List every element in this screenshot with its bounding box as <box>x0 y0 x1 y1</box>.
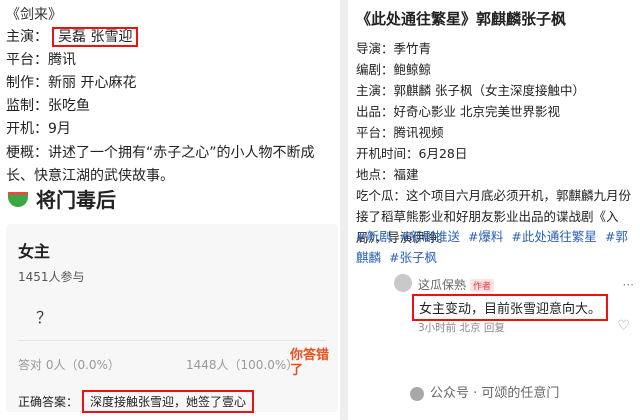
comment-text: 女主变动，目前张雪迎意向大。 <box>412 294 609 321</box>
hashtag[interactable]: #爆料 <box>468 229 503 244</box>
producer-company-row: 出品：好奇心影业 北京完美世界影视 <box>356 104 560 119</box>
quiz-participants: 1451人参与 <box>18 270 85 284</box>
author-badge: 作者 <box>470 279 495 292</box>
director-row: 导演：季竹青 <box>356 41 432 56</box>
cast-highlight: 吴磊 张雪迎 <box>52 27 139 47</box>
platform-row: 平台：腾讯 <box>6 52 76 68</box>
writer-row: 编剧：鲍鲸鲸 <box>356 62 432 77</box>
hashtag[interactable]: #张子枫 <box>389 250 437 265</box>
answer-row: 正确答案： 深度接触张雪迎，她签了壹心 <box>18 390 255 413</box>
watermark: 公众号 · 可颂的任意门 <box>410 382 559 401</box>
left-post-panel: 《剑来》 主演： 吴磊 张雪迎 平台：腾讯 制作：新丽 开心麻花 监制：张吃鱼 开… <box>0 0 340 420</box>
quiz-card[interactable]: 女主 1451人参与 ？ 答对 0人（0.0%） 1448人（100.0%） 你… <box>6 224 338 413</box>
hashtag[interactable]: #此处通往繁星 <box>511 229 596 244</box>
comment-user-name: 这瓜保熟 <box>418 278 467 292</box>
cast-row: 主演： 吴磊 张雪迎 <box>6 26 139 47</box>
cast-label: 主演： <box>6 29 48 45</box>
hashtag[interactable]: #新剧 <box>356 229 391 244</box>
platform-row-right: 平台：腾讯视频 <box>356 125 444 140</box>
answer-highlight: 深度接触张雪迎，她签了壹心 <box>82 390 255 413</box>
drama-title-jianlai: 《剑来》 <box>6 7 62 23</box>
quiz-correct-stat: 答对 0人（0.0%） <box>18 358 120 372</box>
panel-divider <box>340 0 348 420</box>
comment-username[interactable]: 这瓜保熟 作者 <box>418 276 495 293</box>
like-icon[interactable]: ♡ <box>617 318 630 334</box>
wechat-icon <box>410 386 424 401</box>
quiz-title: 女主 <box>18 242 51 261</box>
comment-meta[interactable]: 3小时前 北京 回复 <box>418 320 505 335</box>
quiz-wrong-stat: 1448人（100.0%） <box>186 358 299 372</box>
location-row: 地点：福建 <box>356 167 419 182</box>
right-post-panel: 《此处通往繁星》郭麒麟张子枫 导演：季竹青 编剧：鲍鲸鲸 主演：郭麒麟 张子枫（… <box>348 0 640 420</box>
answer-label: 正确答案： <box>18 395 79 409</box>
watermelon-icon <box>8 192 28 207</box>
section-heading: 将门毒后 <box>8 184 116 213</box>
cast-row-right: 主演：郭麒麟 张子枫（女主深度接触中） <box>356 83 585 98</box>
producer-row: 监制：张吃鱼 <box>6 98 90 114</box>
section-title: 将门毒后 <box>36 188 116 212</box>
synopsis-text: 梗概：讲述了一个拥有“赤子之心”的小人物不断成长、快意江湖的武侠故事。 <box>6 145 315 184</box>
watermark-text: 公众号 · 可颂的任意门 <box>430 386 560 401</box>
drama-title-cichu: 《此处通往繁星》郭麒麟张子枫 <box>356 10 567 28</box>
quiz-divider <box>18 340 326 341</box>
quiz-wrong-badge: 你答错了 <box>290 348 330 378</box>
start-date-row: 开机时间：6月28日 <box>356 146 468 161</box>
hashtag[interactable]: #新剧推送 <box>399 229 459 244</box>
hashtag-list: #新剧 #新剧推送 #爆料 #此处通往繁星 #郭麒麟 #张子枫 <box>356 226 638 268</box>
production-row: 制作：新丽 开心麻花 <box>6 75 137 91</box>
avatar[interactable] <box>394 274 412 292</box>
quiz-question: ？ <box>36 308 53 327</box>
more-options-icon[interactable]: ··· <box>623 278 634 292</box>
airing-row: 开机：9月 <box>6 121 71 137</box>
